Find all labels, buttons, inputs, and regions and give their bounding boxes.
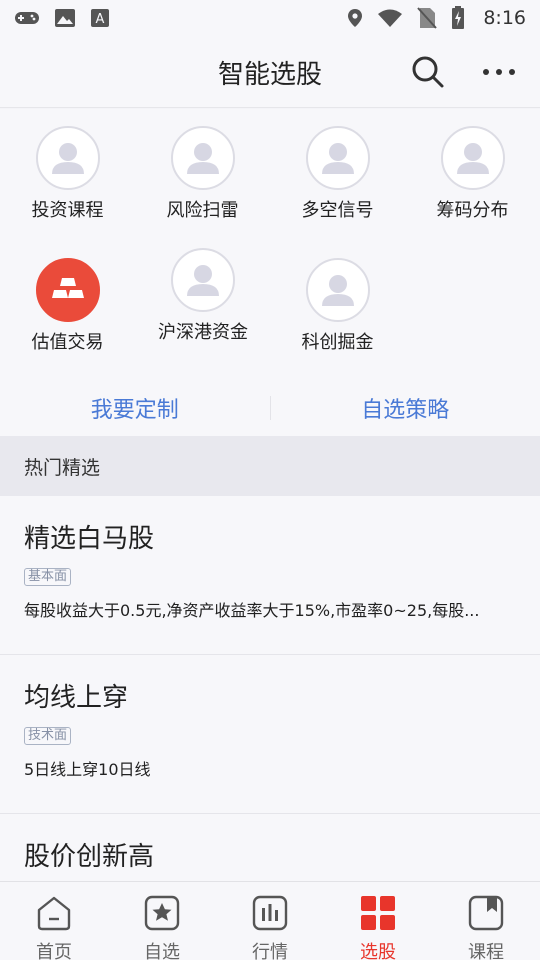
grid-item-label: 筹码分布 [436,200,509,221]
image-icon [55,9,75,27]
battery-charging-icon [452,6,465,29]
grid-icon [361,896,395,930]
grid-item-label: 沪深港资金 [158,322,248,343]
tag-badge: 基本面 [24,568,72,586]
grid-item-hk-fund[interactable]: 沪深港资金 [135,248,270,368]
wifi-icon [378,9,403,27]
tab-watchlist[interactable]: 自选 [108,882,216,960]
feature-grid: 投资课程 风险扫雷 多空信号 筹码分布 估值交易 沪深港资金 科创掘金 我要定制… [0,109,540,436]
tab-label: 自选 [144,942,180,960]
avatar-icon [35,126,100,190]
tab-label: 课程 [468,942,504,960]
more-icon [483,69,515,75]
grid-item-signal[interactable]: 多空信号 [270,126,405,246]
avatar-icon [170,248,235,312]
tab-home[interactable]: 首页 [0,882,108,960]
list-item[interactable]: 精选白马股 基本面 每股收益大于0.5元,净资产收益率大于15%,市盈率0~25… [0,496,540,655]
location-icon [348,9,363,27]
grid-item-course[interactable]: 投资课程 [0,126,135,246]
card-description: 每股收益大于0.5元,净资产收益率大于15%,市盈率0~25,每股... [24,601,480,620]
content-scroll[interactable]: 投资课程 风险扫雷 多空信号 筹码分布 估值交易 沪深港资金 科创掘金 我要定制… [0,109,540,881]
status-left: A [14,8,110,28]
svg-text:A: A [96,12,105,27]
card-title: 股价创新高 [24,842,155,872]
page-title: 智能选股 [217,60,322,90]
grid-item-label: 风险扫雷 [166,200,239,221]
card-title: 均线上穿 [24,683,129,713]
section-header: 热门精选 [0,436,540,496]
search-button[interactable] [410,54,446,90]
status-right: 8:16 [347,6,526,30]
more-button[interactable] [480,54,518,90]
strategy-link[interactable]: 自选策略 [271,392,540,424]
list-item[interactable]: 均线上穿 技术面 5日线上穿10日线 [0,655,540,814]
status-time: 8:16 [483,7,526,29]
avatar-icon [305,126,370,190]
gold-bars-icon [35,258,100,322]
card-title: 精选白马股 [24,524,155,554]
grid-item-label: 多空信号 [301,200,374,221]
home-icon [37,896,71,931]
avatar-icon [440,126,505,190]
grid-item-label: 投资课程 [31,200,104,221]
font-icon: A [91,9,109,27]
tab-stock-picker[interactable]: 选股 [324,882,432,960]
avatar-icon [305,258,370,322]
star-icon [144,895,180,931]
tag-badge: 技术面 [24,727,72,745]
custom-links: 我要定制 自选策略 [0,379,540,436]
card-description: 5日线上穿10日线 [24,760,151,779]
no-sim-icon [417,7,438,29]
grid-item-label: 估值交易 [31,332,104,353]
grid-item-valuation[interactable]: 估值交易 [0,258,135,378]
book-icon [468,895,504,931]
status-bar: A 8:16 [0,0,540,36]
grid-item-label: 科创掘金 [301,332,374,353]
tab-label: 行情 [252,942,288,960]
grid-item-chips[interactable]: 筹码分布 [405,126,540,246]
custom-link[interactable]: 我要定制 [0,392,270,424]
tab-market[interactable]: 行情 [216,882,324,960]
chart-icon [252,895,288,931]
avatar-icon [170,126,235,190]
tab-label: 首页 [36,942,72,960]
app-bar: 智能选股 [0,36,540,108]
list-item[interactable]: 股价创新高 [0,814,540,881]
bottom-tab-bar: 首页 自选 行情 选股 课程 [0,881,540,960]
search-icon [412,56,444,88]
tab-courses[interactable]: 课程 [432,882,540,960]
grid-item-star-market[interactable]: 科创掘金 [270,258,405,378]
tab-label: 选股 [360,942,396,960]
gamepad-icon [15,12,39,24]
grid-item-risk[interactable]: 风险扫雷 [135,126,270,246]
